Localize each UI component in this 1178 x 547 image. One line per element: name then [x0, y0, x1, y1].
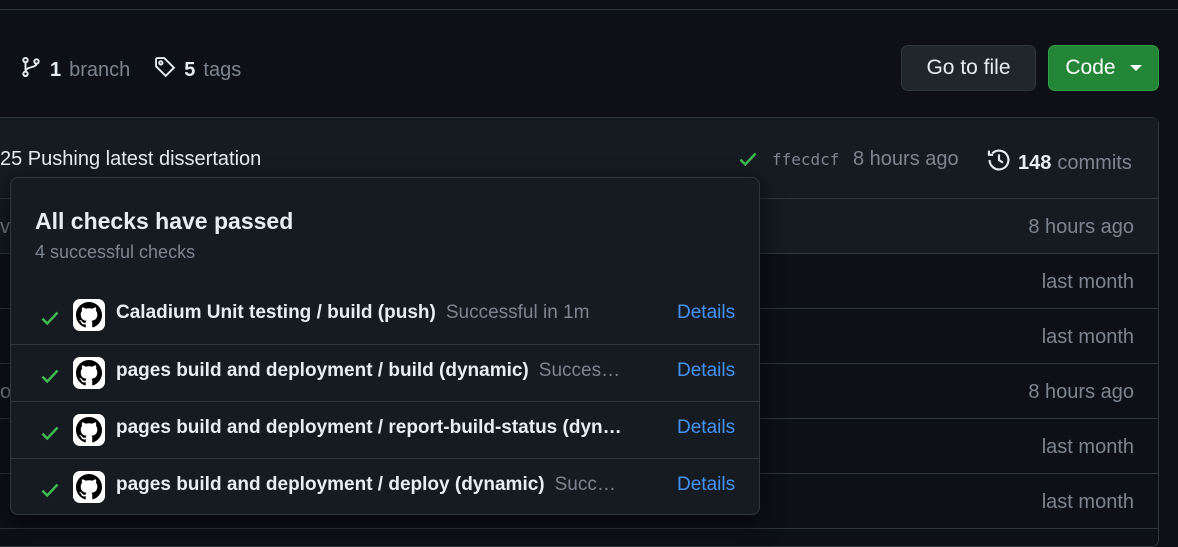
check-name: pages build and deployment / deploy (dyn…: [116, 474, 616, 495]
check-row: Caladium Unit testing / build (push) Succ…: [11, 287, 759, 344]
commits-link[interactable]: 148 commits: [986, 147, 1132, 179]
caret-down-icon: [1129, 65, 1142, 71]
latest-commit-message[interactable]: 25 Pushing latest dissertation: [0, 148, 261, 171]
check-name: pages build and deployment / build (dyna…: [116, 360, 621, 381]
github-logo-icon: [73, 357, 105, 389]
tag-count: 5: [184, 58, 196, 81]
check-name: pages build and deployment / report-buil…: [116, 417, 622, 438]
commit-time: 8 hours ago: [853, 148, 959, 170]
branch-count: 1: [50, 58, 62, 81]
details-link[interactable]: Details: [677, 474, 735, 496]
file-row-time: last month: [1041, 491, 1134, 513]
check-row: pages build and deployment / build (dyna…: [11, 344, 759, 401]
tag-icon: [154, 56, 176, 84]
tags-link[interactable]: 5 tags: [154, 56, 241, 84]
file-row-time: last month: [1041, 271, 1134, 293]
file-row-time: last month: [1041, 436, 1134, 458]
check-name: Caladium Unit testing / build (push) Succ…: [116, 302, 590, 323]
code-button-label: Code: [1065, 56, 1116, 79]
go-to-file-label: Go to file: [926, 56, 1011, 79]
file-row-time: last month: [1041, 326, 1134, 348]
file-row-time: 8 hours ago: [1028, 216, 1134, 238]
check-status: Succes…: [538, 360, 621, 381]
git-branch-icon: [20, 55, 42, 85]
check-status: Succ…: [554, 474, 616, 495]
commit-sha[interactable]: ffecdcf: [772, 150, 839, 169]
github-logo-icon: [73, 414, 105, 446]
repo-meta: 1 branch 5 tags: [20, 55, 241, 85]
check-row: pages build and deployment / report-buil…: [11, 401, 759, 458]
branches-link[interactable]: 1 branch: [20, 55, 130, 85]
check-icon: [39, 365, 61, 392]
header-divider: [0, 0, 1178, 10]
checks-subtitle: 4 successful checks: [35, 242, 196, 262]
check-icon: [39, 479, 61, 506]
branch-label: branch: [69, 58, 131, 81]
details-link[interactable]: Details: [677, 302, 735, 324]
check-icon[interactable]: [737, 148, 759, 175]
commit-count: 148: [1018, 151, 1052, 174]
code-button[interactable]: Code: [1048, 45, 1159, 91]
check-icon: [39, 307, 61, 334]
go-to-file-button[interactable]: Go to file: [901, 45, 1036, 91]
checks-title: All checks have passed: [35, 208, 294, 234]
github-logo-icon: [73, 471, 105, 503]
tag-label: tags: [203, 58, 242, 81]
commit-label: commits: [1057, 151, 1132, 174]
check-icon: [39, 422, 61, 449]
history-icon: [986, 147, 1012, 179]
github-logo-icon: [73, 299, 105, 331]
check-status: Successful in 1m: [445, 302, 590, 323]
details-link[interactable]: Details: [677, 360, 735, 382]
details-link[interactable]: Details: [677, 417, 735, 439]
check-row: pages build and deployment / deploy (dyn…: [11, 458, 759, 515]
checks-popover: All checks have passed 4 successful chec…: [10, 177, 760, 515]
file-row-time: 8 hours ago: [1028, 381, 1134, 403]
